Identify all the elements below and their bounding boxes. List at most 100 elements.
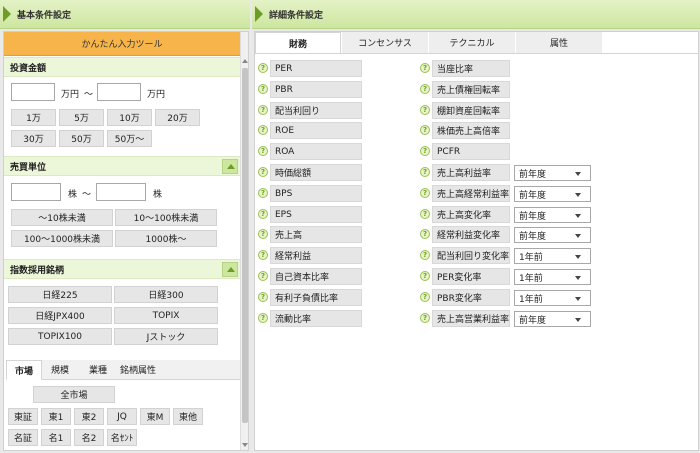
indicator-button[interactable]: 株価売上高倍率 — [432, 122, 510, 139]
market-mei1[interactable]: 名1 — [41, 429, 71, 446]
period-select[interactable]: 前年度 — [514, 207, 591, 223]
trading-unit-under-10[interactable]: ～10株未満 — [11, 209, 113, 226]
indicator-button[interactable]: 売上高利益率 — [432, 164, 510, 181]
easy-input-tool-button[interactable]: かんたん入力ツール — [4, 32, 240, 56]
investment-max-input[interactable] — [97, 83, 141, 101]
help-icon[interactable]: ? — [258, 105, 268, 115]
period-select[interactable]: 1年前 — [514, 248, 591, 264]
indicator-button[interactable]: BPS — [270, 185, 362, 202]
indicator-button[interactable]: 売上高変化率 — [432, 206, 510, 223]
period-select[interactable]: 前年度 — [514, 311, 591, 327]
tab-market[interactable]: 市場 — [6, 360, 42, 380]
indicator-button[interactable]: 売上高営業利益率 — [432, 310, 510, 327]
period-select[interactable]: 前年度 — [514, 186, 591, 202]
indicator-button[interactable]: PCFR — [432, 143, 510, 160]
trading-unit-10-100[interactable]: 10～100株未満 — [115, 209, 217, 226]
help-icon[interactable]: ? — [420, 84, 430, 94]
indicator-button[interactable]: 経常利益 — [270, 247, 362, 264]
indicator-button[interactable]: PBR変化率 — [432, 289, 510, 306]
help-icon[interactable]: ? — [258, 313, 268, 323]
help-icon[interactable]: ? — [420, 146, 430, 156]
indicator-button[interactable]: PBR — [270, 81, 362, 98]
market-mei2[interactable]: 名2 — [74, 429, 104, 446]
index-nikkei225[interactable]: 日経225 — [8, 286, 112, 303]
trading-unit-100-1000[interactable]: 100～1000株未満 — [11, 230, 113, 247]
investment-preset-50man[interactable]: 50万 — [59, 130, 104, 147]
help-icon[interactable]: ? — [420, 105, 430, 115]
indicator-button[interactable]: ROA — [270, 143, 362, 160]
help-icon[interactable]: ? — [420, 188, 430, 198]
indicator-button[interactable]: 経常利益変化率 — [432, 226, 510, 243]
tab-attribute[interactable]: 属性 — [516, 32, 602, 53]
market-tota[interactable]: 東他 — [173, 408, 203, 425]
market-tom[interactable]: 東M — [140, 408, 170, 425]
market-jq[interactable]: JQ — [107, 408, 137, 425]
index-jstock[interactable]: Jストック — [114, 328, 218, 345]
investment-min-input[interactable] — [11, 83, 55, 101]
trading-unit-max-input[interactable] — [96, 183, 146, 201]
index-topix100[interactable]: TOPIX100 — [8, 328, 112, 345]
help-icon[interactable]: ? — [258, 188, 268, 198]
period-select[interactable]: 前年度 — [514, 227, 591, 243]
market-meisho[interactable]: 名証 — [8, 429, 38, 446]
indicator-button[interactable]: 当座比率 — [432, 60, 510, 77]
indicator-button[interactable]: 自己資本比率 — [270, 268, 362, 285]
trading-unit-min-input[interactable] — [11, 183, 61, 201]
indicator-button[interactable]: PER変化率 — [432, 268, 510, 285]
help-icon[interactable]: ? — [258, 229, 268, 239]
help-icon[interactable]: ? — [258, 63, 268, 73]
index-topix[interactable]: TOPIX — [114, 307, 218, 324]
indicator-button[interactable]: 時価総額 — [270, 164, 362, 181]
help-icon[interactable]: ? — [420, 313, 430, 323]
help-icon[interactable]: ? — [258, 167, 268, 177]
tab-technical[interactable]: テクニカル — [429, 32, 515, 53]
help-icon[interactable]: ? — [258, 250, 268, 260]
help-icon[interactable]: ? — [258, 271, 268, 281]
tab-scale[interactable]: 規模 — [42, 360, 78, 380]
help-icon[interactable]: ? — [258, 292, 268, 302]
market-to1[interactable]: 東1 — [41, 408, 71, 425]
help-icon[interactable]: ? — [420, 209, 430, 219]
tab-consensus[interactable]: コンセンサス — [342, 32, 428, 53]
indicator-button[interactable]: 流動比率 — [270, 310, 362, 327]
tab-financial[interactable]: 財務 — [255, 32, 341, 53]
indicator-button[interactable]: 配当利回り — [270, 102, 362, 119]
indicator-button[interactable]: 売上高 — [270, 226, 362, 243]
help-icon[interactable]: ? — [420, 229, 430, 239]
period-select[interactable]: 前年度 — [514, 165, 591, 181]
scroll-up-icon[interactable] — [242, 59, 248, 63]
investment-preset-20man[interactable]: 20万 — [155, 109, 200, 126]
help-icon[interactable]: ? — [420, 125, 430, 135]
index-nikkei300[interactable]: 日経300 — [114, 286, 218, 303]
help-icon[interactable]: ? — [420, 250, 430, 260]
market-to2[interactable]: 東2 — [74, 408, 104, 425]
tab-industry[interactable]: 業種 — [78, 360, 118, 380]
collapse-toggle-icon[interactable] — [222, 262, 238, 277]
help-icon[interactable]: ? — [258, 209, 268, 219]
indicator-button[interactable]: PER — [270, 60, 362, 77]
indicator-button[interactable]: ROE — [270, 122, 362, 139]
scroll-thumb[interactable] — [242, 68, 248, 423]
help-icon[interactable]: ? — [420, 63, 430, 73]
help-icon[interactable]: ? — [258, 146, 268, 156]
indicator-button[interactable]: 売上高経常利益率 — [432, 185, 510, 202]
trading-unit-1000-over[interactable]: 1000株～ — [115, 230, 217, 247]
investment-preset-50man-over[interactable]: 50万～ — [107, 130, 152, 147]
help-icon[interactable]: ? — [420, 271, 430, 281]
help-icon[interactable]: ? — [258, 84, 268, 94]
period-select[interactable]: 1年前 — [514, 269, 591, 285]
tab-stock-attribute[interactable]: 銘柄属性 — [118, 360, 158, 380]
indicator-button[interactable]: 配当利回り変化率 — [432, 247, 510, 264]
help-icon[interactable]: ? — [420, 292, 430, 302]
indicator-button[interactable]: 有利子負債比率 — [270, 289, 362, 306]
left-panel-scrollbar[interactable] — [240, 32, 248, 450]
investment-preset-30man[interactable]: 30万 — [11, 130, 56, 147]
market-tosho[interactable]: 東証 — [8, 408, 38, 425]
help-icon[interactable]: ? — [258, 125, 268, 135]
market-all[interactable]: 全市場 — [33, 386, 115, 403]
market-mei-centrex[interactable]: 名ｾﾝﾄ — [107, 429, 137, 446]
indicator-button[interactable]: 棚卸資産回転率 — [432, 102, 510, 119]
help-icon[interactable]: ? — [420, 167, 430, 177]
indicator-button[interactable]: EPS — [270, 206, 362, 223]
collapse-toggle-icon[interactable] — [222, 159, 238, 174]
